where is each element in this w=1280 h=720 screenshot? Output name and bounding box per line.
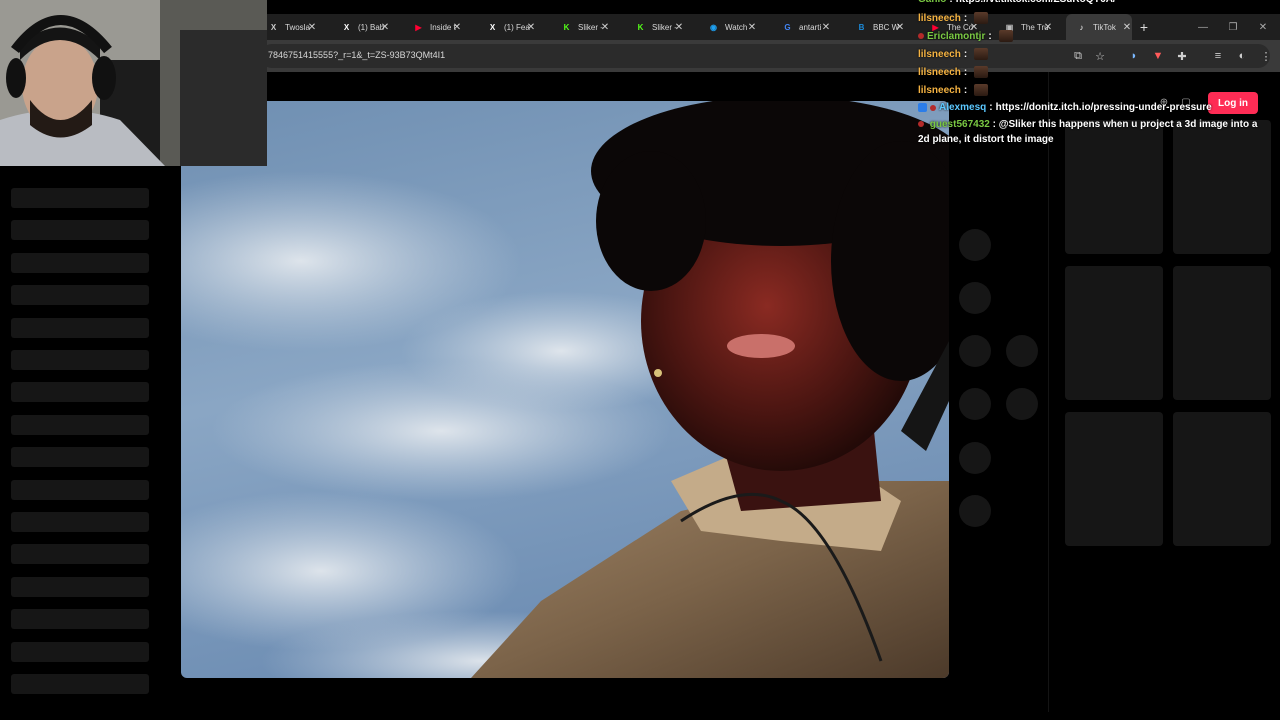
chat-message: Alexmesq: https://donitz.itch.io/pressing… <box>918 102 1212 113</box>
screen: + — ❐ ✕ X Twosla ✕ X (1) Bab ✕ ▶ Inside t ✕ X (1) … <box>0 0 1280 720</box>
twitter-x-icon: X <box>343 22 350 32</box>
chat-separator: : <box>963 12 968 24</box>
chat-username: lilsneech <box>918 48 961 60</box>
google-icon: G <box>784 22 791 32</box>
chat-badge-icon <box>918 103 927 112</box>
kick-icon: K <box>563 22 570 32</box>
video-player[interactable] <box>181 101 949 678</box>
chat-separator: : <box>949 0 952 5</box>
sidebar-skeleton-item <box>11 674 149 694</box>
action-button-placeholder[interactable] <box>959 388 991 420</box>
chat-separator: : <box>963 66 968 78</box>
chat-emote-icon <box>998 30 1013 42</box>
chat-message: lilsneech: <box>918 66 989 78</box>
chat-separator: : <box>963 48 968 60</box>
kick-icon: K <box>637 22 644 32</box>
twitter-x-icon: X <box>489 22 496 32</box>
chat-badge-icon <box>918 121 924 127</box>
close-tab-icon[interactable]: ✕ <box>525 14 537 40</box>
chat-message: lilsneech: <box>918 84 989 96</box>
chat-message: Ganio: https://vt.tiktok.com/ZSuRoQY6A/ <box>918 0 1116 5</box>
chat-separator: : <box>988 30 992 42</box>
twitter-x-icon: X <box>270 22 277 32</box>
suggested-video-card[interactable] <box>1065 412 1163 546</box>
close-tab-icon[interactable]: ✕ <box>894 14 906 40</box>
chat-username: Alexmesq <box>939 102 987 113</box>
sidebar-skeleton-item <box>11 641 149 662</box>
sidebar-skeleton-item <box>11 609 149 630</box>
sidebar-skeleton-item <box>11 512 149 532</box>
chat-message: Ericlamontjr: <box>918 30 1013 42</box>
chat-badge-icon <box>918 33 924 39</box>
chat-emote-icon <box>974 66 989 78</box>
action-button-placeholder[interactable] <box>959 495 991 527</box>
sidebar-skeleton-item <box>11 382 149 403</box>
bbc-icon: B <box>858 22 865 32</box>
sidebar-skeleton-item <box>11 252 149 273</box>
close-tab-icon[interactable]: ✕ <box>746 14 758 40</box>
chat-text: https://donitz.itch.io/pressing-under-pr… <box>995 102 1212 113</box>
sidebar-skeleton-item <box>11 317 149 338</box>
chat-username: lilsneech <box>918 66 961 78</box>
chat-message: lilsneech: <box>918 48 989 60</box>
close-tab-icon[interactable]: ✕ <box>451 14 463 40</box>
close-tab-icon[interactable]: ✕ <box>673 14 685 40</box>
chat-username: lilsneech <box>918 12 961 24</box>
chat-message: guest567432 : @Sliker this happens when … <box>918 117 1268 147</box>
chat-emote-icon <box>974 84 989 96</box>
action-button-placeholder[interactable] <box>959 282 991 314</box>
browser-tab-label: Watch <box>725 22 748 32</box>
sidebar-skeleton-item <box>11 479 149 500</box>
sidebar-skeleton-item <box>11 414 149 435</box>
action-button-placeholder[interactable] <box>1006 335 1038 367</box>
tiktok-page: ⊕ ▢ Log in <box>0 72 1280 720</box>
sidebar-skeleton-item <box>11 220 149 241</box>
webcam-overlay <box>0 0 267 166</box>
watch-icon: ◉ <box>710 22 717 32</box>
close-tab-icon[interactable]: ✕ <box>820 14 832 40</box>
youtube-icon: ▶ <box>415 22 422 32</box>
suggested-video-card[interactable] <box>1173 412 1271 546</box>
chat-separator: : <box>963 84 968 96</box>
suggested-video-card[interactable] <box>1065 266 1163 400</box>
chat-username: Ericlamontjr <box>927 30 986 42</box>
suggested-video-card[interactable] <box>1173 266 1271 400</box>
sidebar-skeleton-item <box>11 544 149 565</box>
chat-text: https://vt.tiktok.com/ZSuRoQY6A/ <box>956 0 1116 5</box>
chat-badge-icon <box>930 104 936 111</box>
chat-emote-icon <box>974 48 989 60</box>
chat-username: guest567432 <box>929 119 990 130</box>
sidebar-skeleton-item <box>11 188 149 208</box>
close-tab-icon[interactable]: ✕ <box>599 14 611 40</box>
action-button-placeholder[interactable] <box>959 335 991 367</box>
sidebar-skeleton-item <box>11 350 149 370</box>
stream-chat-overlay: guest567432 : @Sliker this happens when … <box>918 0 1268 150</box>
close-tab-icon[interactable]: ✕ <box>306 14 318 40</box>
chat-username: lilsneech <box>918 84 961 96</box>
action-button-placeholder[interactable] <box>959 229 991 261</box>
webcam-feed <box>0 0 267 166</box>
action-button-placeholder[interactable] <box>959 442 991 474</box>
sidebar-skeleton-item <box>11 285 149 306</box>
chat-separator: : <box>989 102 993 113</box>
sidebar-skeleton-item <box>11 576 149 597</box>
chat-separator: : <box>992 119 996 130</box>
url-text[interactable]: 7846751415555?_r=1&_t=ZS-93B73QMt4I1 <box>268 50 445 60</box>
action-button-placeholder[interactable] <box>1006 388 1038 420</box>
chat-emote-icon <box>974 12 989 24</box>
close-tab-icon[interactable]: ✕ <box>379 14 391 40</box>
column-divider <box>1048 72 1049 712</box>
video-frame <box>181 101 949 678</box>
chat-username: Ganio <box>918 0 946 5</box>
chat-message: lilsneech: <box>918 12 989 24</box>
sidebar-skeleton-item <box>11 447 149 468</box>
browser-tab-label: antarti <box>799 22 822 32</box>
